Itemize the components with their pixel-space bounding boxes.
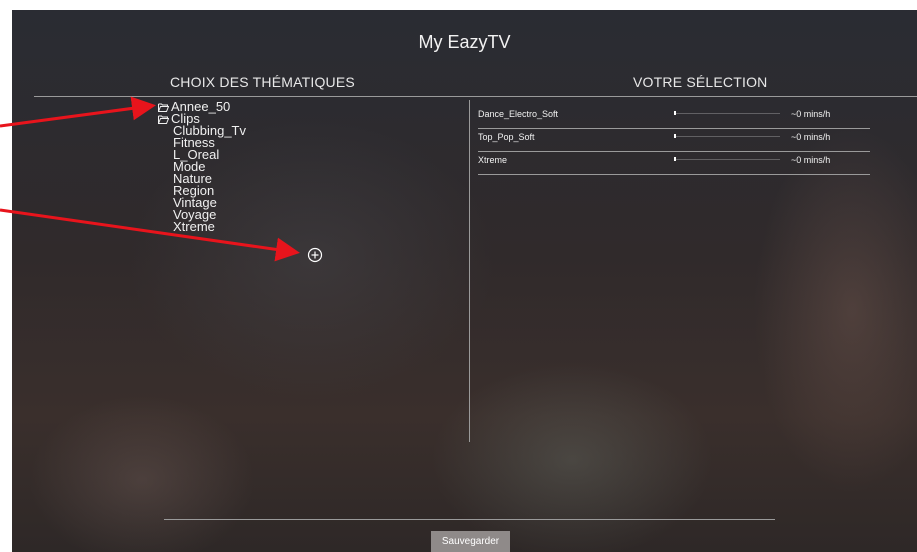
theme-tree: Annee_50 Clips Clubbing_Tv Fitness L_Ore… (158, 100, 246, 233)
themes-divider (34, 96, 471, 97)
themes-heading: CHOIX DES THÉMATIQUES (170, 74, 355, 90)
slider-handle[interactable] (674, 111, 676, 115)
folder-open-icon (158, 115, 169, 124)
column-divider (469, 100, 470, 442)
selection-time: ~0 mins/h (791, 155, 831, 165)
selection-row[interactable]: Xtreme ~0 mins/h (478, 152, 870, 175)
app-window: My EazyTV CHOIX DES THÉMATIQUES VOTRE SÉ… (12, 10, 917, 552)
selection-row[interactable]: Dance_Electro_Soft ~0 mins/h (478, 106, 870, 129)
selection-name: Xtreme (478, 155, 508, 165)
selection-divider (471, 96, 917, 97)
selection-list: Dance_Electro_Soft ~0 mins/h Top_Pop_Sof… (478, 106, 870, 175)
selection-name: Dance_Electro_Soft (478, 109, 559, 119)
slider-handle[interactable] (674, 157, 676, 161)
selection-row[interactable]: Top_Pop_Soft ~0 mins/h (478, 129, 870, 152)
slider-track[interactable] (674, 136, 780, 137)
slider-track[interactable] (674, 159, 780, 160)
tree-item-xtreme[interactable]: Xtreme (158, 220, 246, 233)
add-theme-icon[interactable] (307, 247, 323, 268)
app-title: My EazyTV (418, 32, 511, 52)
footer-divider (164, 519, 775, 520)
selection-name: Top_Pop_Soft (478, 132, 535, 142)
slider-track[interactable] (674, 113, 780, 114)
folder-open-icon (158, 103, 169, 112)
selection-time: ~0 mins/h (791, 132, 831, 142)
selection-heading: VOTRE SÉLECTION (633, 74, 768, 90)
save-button[interactable]: Sauvegarder (431, 531, 510, 552)
selection-time: ~0 mins/h (791, 109, 831, 119)
slider-handle[interactable] (674, 134, 676, 138)
